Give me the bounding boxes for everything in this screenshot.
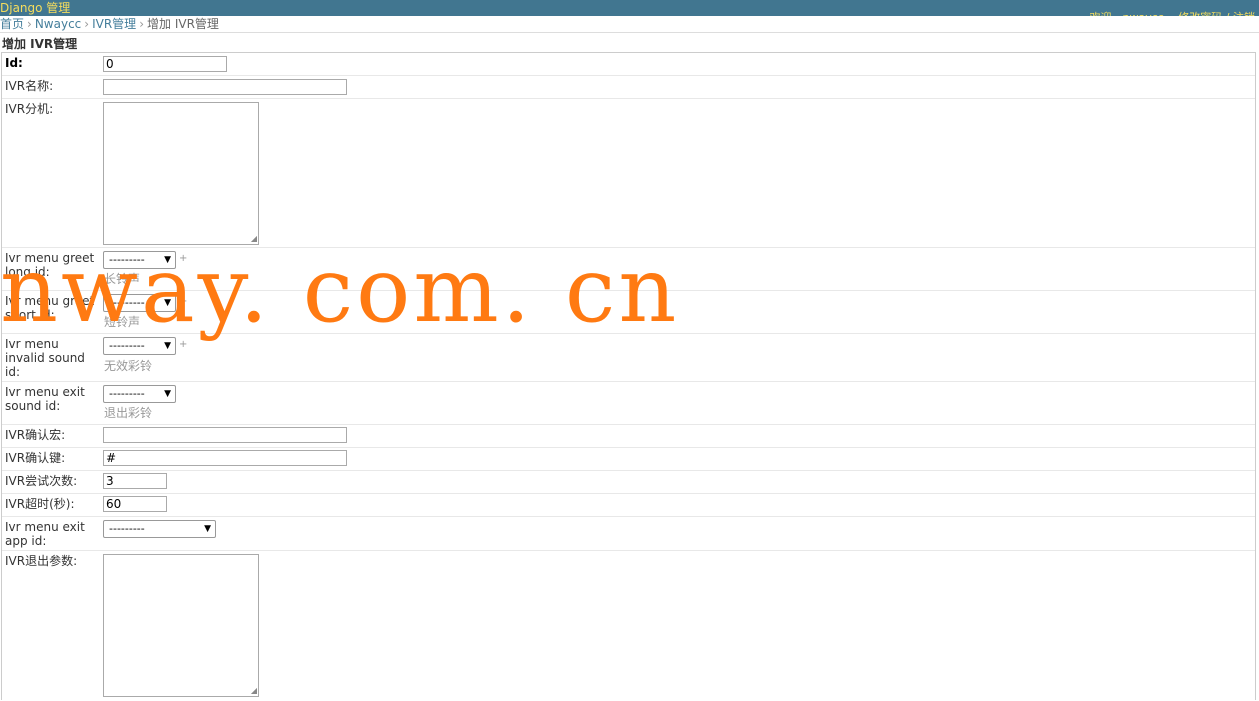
id-label: Id: <box>5 56 23 70</box>
confirm-macro-label: IVR确认宏: <box>5 428 66 442</box>
form-row-ivr-extension: IVR分机: ◢ <box>2 99 1255 248</box>
add-related-icon[interactable]: + <box>179 296 187 307</box>
breadcrumb-current: 增加 IVR管理 <box>147 17 219 31</box>
resize-grip-icon[interactable]: ◢ <box>251 687 257 695</box>
greet-long-label: Ivr menu greet long id: <box>5 251 95 279</box>
invalid-sound-label: Ivr menu invalid sound id: <box>5 337 85 379</box>
form-row-timeout: IVR超时(秒): 60 <box>2 494 1255 517</box>
form-row-exit-param: IVR退出参数: ◢ <box>2 551 1255 701</box>
exit-sound-help: 退出彩铃 <box>104 406 153 420</box>
tries-input[interactable]: 3 <box>103 473 167 489</box>
chevron-down-icon: ▼ <box>164 389 171 399</box>
page-title: 增加 IVR管理 <box>2 37 78 51</box>
timeout-input[interactable]: 60 <box>103 496 167 512</box>
breadcrumb-home[interactable]: 首页 <box>0 17 24 31</box>
exit-app-label: Ivr menu exit app id: <box>5 520 85 548</box>
site-brand[interactable]: Django 管理 <box>0 0 70 16</box>
form-fieldset: Id: 0 IVR名称: IVR分机: ◢ Ivr menu greet lon… <box>1 52 1256 700</box>
breadcrumb-separator-icon: › <box>139 17 144 31</box>
breadcrumb-app[interactable]: Nwaycc <box>35 17 81 31</box>
form-row-exit-sound: Ivr menu exit sound id: --------- ▼ 退出彩铃 <box>2 382 1255 425</box>
form-row-tries: IVR尝试次数: 3 <box>2 471 1255 494</box>
form-row-greet-short: Ivr menu greet short id: --------- ▼ + 短… <box>2 291 1255 334</box>
greet-long-select[interactable]: --------- ▼ <box>103 251 176 269</box>
form-row-confirm-key: IVR确认键: # <box>2 448 1255 471</box>
greet-short-selected: --------- <box>109 296 145 309</box>
header-bar: Django 管理 欢迎，nwaycc。 修改密码 / 注销 <box>0 0 1259 16</box>
form-row-confirm-macro: IVR确认宏: <box>2 425 1255 448</box>
confirm-key-label: IVR确认键: <box>5 451 66 465</box>
ivr-name-label: IVR名称: <box>5 79 54 93</box>
breadcrumb: 首页 › Nwaycc › IVR管理 › 增加 IVR管理 <box>0 16 1259 33</box>
exit-sound-label: Ivr menu exit sound id: <box>5 385 85 413</box>
greet-short-help: 短铃声 <box>104 315 141 329</box>
invalid-sound-select[interactable]: --------- ▼ <box>103 337 176 355</box>
confirm-macro-input[interactable] <box>103 427 347 443</box>
tries-label: IVR尝试次数: <box>5 474 78 488</box>
invalid-sound-help: 无效彩铃 <box>104 359 153 373</box>
breadcrumb-separator-icon: › <box>84 17 90 31</box>
chevron-down-icon: ▼ <box>164 298 171 308</box>
form-row-exit-app: Ivr menu exit app id: --------- ▼ <box>2 517 1255 551</box>
ivr-extension-textarea[interactable]: ◢ <box>103 102 259 245</box>
id-input[interactable]: 0 <box>103 56 227 72</box>
user-tools[interactable]: 欢迎，nwaycc。 修改密码 / 注销 <box>1089 0 1255 16</box>
confirm-key-input[interactable]: # <box>103 450 347 466</box>
add-related-icon[interactable]: + <box>179 339 187 350</box>
add-related-icon[interactable]: + <box>179 253 187 264</box>
greet-short-select[interactable]: --------- ▼ <box>103 294 176 312</box>
greet-short-label: Ivr menu greet short id: <box>5 294 95 322</box>
form-row-invalid-sound: Ivr menu invalid sound id: --------- ▼ +… <box>2 334 1255 382</box>
chevron-down-icon: ▼ <box>164 255 171 265</box>
exit-sound-selected: --------- <box>109 387 145 400</box>
form-row-id: Id: 0 <box>2 53 1255 76</box>
form-row-greet-long: Ivr menu greet long id: --------- ▼ + 长铃… <box>2 248 1255 291</box>
breadcrumb-model[interactable]: IVR管理 <box>92 17 136 31</box>
exit-param-label: IVR退出参数: <box>5 554 78 568</box>
chevron-down-icon: ▼ <box>204 524 211 534</box>
ivr-name-input[interactable] <box>103 79 347 95</box>
exit-sound-select[interactable]: --------- ▼ <box>103 385 176 403</box>
exit-param-textarea[interactable]: ◢ <box>103 554 259 697</box>
form-row-ivr-name: IVR名称: <box>2 76 1255 99</box>
chevron-down-icon: ▼ <box>164 341 171 351</box>
timeout-label: IVR超时(秒): <box>5 497 75 511</box>
exit-app-select[interactable]: --------- ▼ <box>103 520 216 538</box>
invalid-sound-selected: --------- <box>109 339 145 352</box>
breadcrumb-separator-icon: › <box>27 17 32 31</box>
resize-grip-icon[interactable]: ◢ <box>251 235 257 243</box>
exit-app-selected: --------- <box>109 522 145 535</box>
ivr-extension-label: IVR分机: <box>5 102 54 116</box>
greet-long-selected: --------- <box>109 253 145 266</box>
greet-long-help: 长铃声 <box>104 272 141 286</box>
